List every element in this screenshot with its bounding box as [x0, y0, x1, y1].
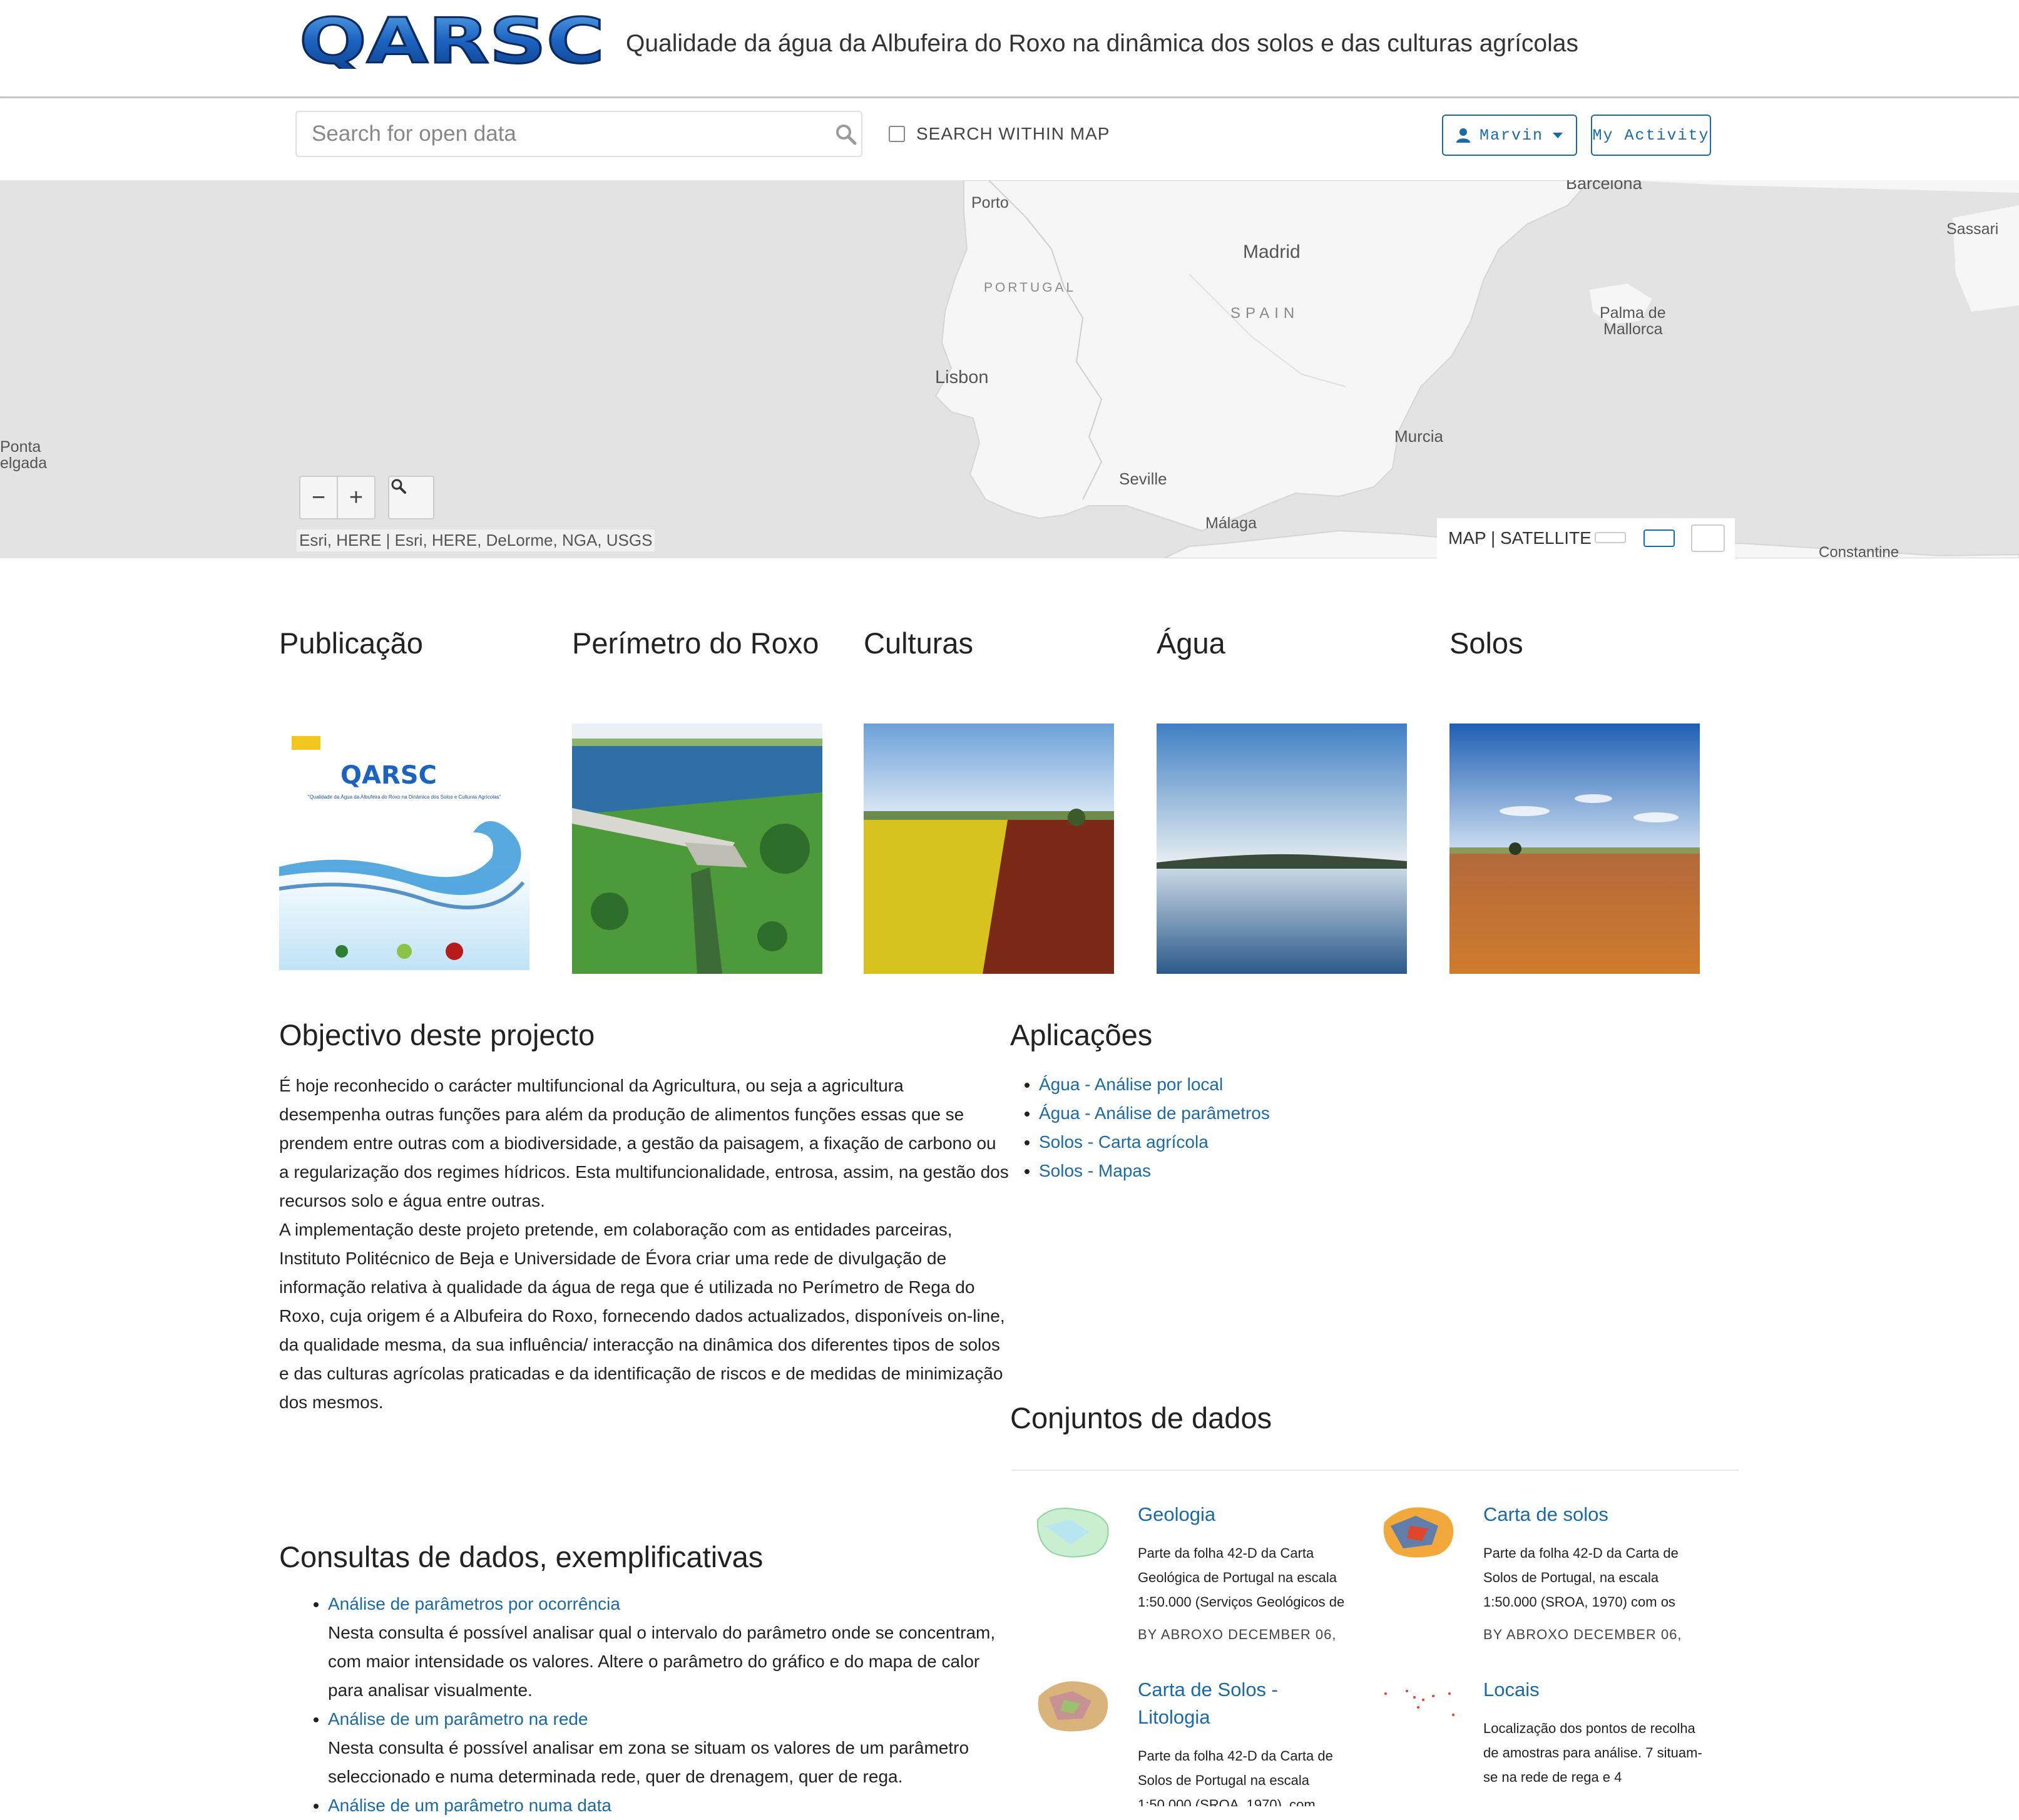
applications-heading: Aplicações	[1010, 1018, 1153, 1051]
map-label-constantine: Constantine	[1819, 544, 1899, 558]
user-icon	[1456, 128, 1470, 143]
query-desc-ocorrencia: Nesta consulta é possível analisar qual …	[328, 1623, 996, 1700]
site-title: Qualidade da água da Albufeira do Roxo n…	[626, 30, 1578, 57]
map-view[interactable]: Porto Barcelona Sassari Madrid PORTUGAL …	[0, 180, 2019, 558]
search-toolbar: SEARCH WITHIN MAP Marvin My Activity	[0, 98, 2019, 182]
zoom-out-button[interactable]: −	[300, 477, 338, 518]
user-menu-button[interactable]: Marvin	[1442, 115, 1577, 156]
category-title-publicacao[interactable]: Publicação	[279, 626, 423, 660]
svg-text:QARSC: QARSC	[299, 11, 605, 69]
category-image-publicacao[interactable]: QARSC "Qualidade da Água da Albufeira do…	[279, 726, 529, 976]
app-link-solos-mapas[interactable]: Solos - Mapas	[1039, 1161, 1151, 1180]
list-item: Água - Análise por local	[1039, 1070, 1270, 1099]
map-label-murcia: Murcia	[1394, 427, 1444, 446]
caret-down-icon	[1553, 133, 1563, 138]
user-name: Marvin	[1479, 126, 1543, 145]
basemap-imagery-option[interactable]	[1691, 524, 1725, 552]
queries-heading: Consultas de dados, exemplificativas	[279, 1540, 764, 1573]
map-label-mallorca: Mallorca	[1603, 320, 1663, 338]
dataset-thumbnail-locais[interactable]	[1378, 1675, 1458, 1737]
site-header: QARSC Qualidade da água da Albufeira do …	[0, 0, 2019, 98]
map-label-lisbon: Lisbon	[935, 367, 988, 387]
app-link-agua-parametros[interactable]: Água - Análise de parâmetros	[1039, 1103, 1270, 1123]
map-label-barcelona: Barcelona	[1566, 180, 1643, 193]
list-item: Água - Análise de parâmetros	[1039, 1099, 1270, 1128]
dataset-meta-carta-solos: BY ABROXO DECEMBER 06, 2016	[1483, 1627, 1682, 1647]
publication-badge	[292, 736, 320, 750]
section-divider	[1011, 1470, 1739, 1471]
objective-paragraph-1: É hoje reconhecido o carácter multifunci…	[279, 1076, 1009, 1210]
dataset-desc-litologia: Parte da folha 42-D da Carta de Solos de…	[1138, 1748, 1333, 1806]
category-title-culturas[interactable]: Culturas	[864, 626, 973, 660]
list-item: Análise de um parâmetro na rede Nesta co…	[328, 1705, 1018, 1791]
category-title-perimetro[interactable]: Perímetro do Roxo	[572, 626, 819, 660]
objective-heading: Objectivo deste projecto	[279, 1018, 595, 1051]
objective-paragraph-2: A implementação deste projeto pretende, …	[279, 1220, 1005, 1412]
list-item: Análise de um parâmetro numa data	[328, 1791, 1018, 1820]
query-link-ocorrencia[interactable]: Análise de parâmetros por ocorrência	[328, 1594, 620, 1613]
query-link-data[interactable]: Análise de um parâmetro numa data	[328, 1796, 611, 1815]
category-title-agua[interactable]: Água	[1157, 626, 1225, 660]
basemap-gray-option[interactable]	[1595, 532, 1626, 543]
search-input[interactable]	[295, 111, 862, 157]
dataset-meta-geologia: BY ABROXO DECEMBER 06, 2016	[1138, 1627, 1337, 1647]
map-label-sassari: Sassari	[1946, 220, 1998, 238]
category-image-culturas[interactable]	[864, 723, 1114, 974]
app-link-agua-local[interactable]: Água - Análise por local	[1039, 1075, 1223, 1094]
map-label-spain: SPAIN	[1230, 305, 1299, 322]
dataset-thumbnail-carta-solos[interactable]	[1378, 1501, 1458, 1563]
dataset-title-geologia[interactable]: Geologia	[1138, 1501, 1215, 1528]
dataset-desc-geologia: Parte da folha 42-D da Carta Geológica d…	[1138, 1545, 1345, 1610]
category-image-solos[interactable]	[1449, 723, 1700, 974]
magnifier-icon	[391, 479, 406, 494]
dataset-thumbnail-geologia[interactable]	[1033, 1501, 1113, 1563]
basemap-streets-option[interactable]	[1643, 529, 1675, 547]
basemap-switcher: MAP | SATELLITE	[1437, 518, 1735, 558]
search-icon[interactable]	[834, 122, 859, 147]
app-link-solos-carta[interactable]: Solos - Carta agrícola	[1039, 1132, 1209, 1152]
zoom-in-button[interactable]: +	[338, 477, 374, 518]
query-desc-rede: Nesta consulta é possível analisar em zo…	[328, 1738, 969, 1786]
map-search-button[interactable]	[388, 476, 434, 519]
map-label-madrid: Madrid	[1243, 242, 1301, 262]
datasets-heading: Conjuntos de dados	[1010, 1401, 1272, 1434]
category-image-agua[interactable]	[1157, 723, 1407, 974]
map-label-palma: Palma de	[1600, 304, 1666, 322]
dataset-thumbnail-litologia[interactable]	[1033, 1675, 1113, 1737]
search-within-map-checkbox[interactable]	[889, 126, 905, 142]
basemap-toggle[interactable]: MAP | SATELLITE	[1448, 528, 1592, 548]
dataset-title-locais[interactable]: Locais	[1483, 1676, 1540, 1704]
map-label-portugal: PORTUGAL	[984, 280, 1076, 295]
category-image-perimetro[interactable]	[572, 723, 822, 974]
map-attribution: Esri, HERE | Esri, HERE, DeLorme, NGA, U…	[297, 529, 655, 551]
svg-text:QARSC: QARSC	[340, 761, 437, 790]
dataset-desc-carta-solos: Parte da folha 42-D da Carta de Solos de…	[1483, 1545, 1679, 1610]
category-title-solos[interactable]: Solos	[1449, 626, 1523, 660]
my-activity-button[interactable]: My Activity	[1591, 115, 1711, 156]
dataset-title-litologia[interactable]: Carta de Solos - Litologia	[1138, 1676, 1326, 1731]
dataset-title-carta-solos[interactable]: Carta de solos	[1483, 1501, 1608, 1528]
map-label-malaga: Málaga	[1205, 514, 1257, 532]
map-label-ponta: Ponta	[0, 438, 41, 456]
qarsc-logo[interactable]: QARSC	[295, 11, 608, 69]
map-label-delgada: elgada	[0, 454, 47, 472]
list-item: Solos - Mapas	[1039, 1157, 1270, 1185]
applications-list: Água - Análise por local Água - Análise …	[1039, 1070, 1270, 1185]
list-item: Análise de parâmetros por ocorrência Nes…	[328, 1590, 1018, 1705]
zoom-control: − +	[299, 476, 376, 519]
map-label-seville: Seville	[1119, 469, 1167, 488]
query-link-rede[interactable]: Análise de um parâmetro na rede	[328, 1709, 588, 1729]
list-item: Solos - Carta agrícola	[1039, 1128, 1270, 1157]
svg-text:"Qualidade da Água da Albufeir: "Qualidade da Água da Albufeira do Roxo …	[308, 794, 501, 800]
queries-list: Análise de parâmetros por ocorrência Nes…	[279, 1590, 1018, 1820]
dataset-desc-locais: Localização dos pontos de recolha de amo…	[1483, 1720, 1702, 1785]
map-label-porto: Porto	[971, 194, 1009, 212]
search-within-map-label: SEARCH WITHIN MAP	[916, 124, 1110, 143]
